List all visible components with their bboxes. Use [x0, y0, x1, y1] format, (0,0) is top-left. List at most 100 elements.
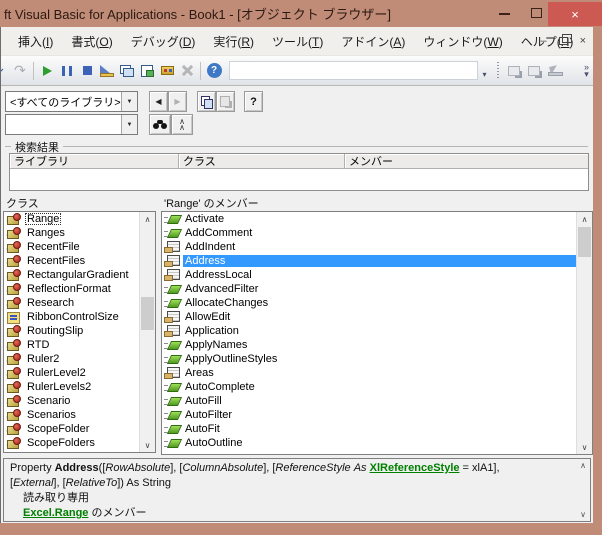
class-list-item[interactable]: Scenario: [4, 394, 155, 408]
help-icon[interactable]: [204, 61, 224, 81]
member-name: AllowEdit: [185, 311, 231, 323]
class-list-item[interactable]: RulerLevel2: [4, 366, 155, 380]
properties-window-icon[interactable]: [137, 61, 157, 81]
reset-icon[interactable]: [77, 61, 97, 81]
member-list-item[interactable]: AdvancedFilter: [162, 282, 592, 296]
definition-link[interactable]: XlReferenceStyle: [370, 462, 460, 474]
method-icon: [164, 409, 180, 421]
class-list-item[interactable]: Ranges: [4, 226, 155, 240]
menu-item[interactable]: 挿入(I): [9, 28, 62, 55]
class-list-item[interactable]: RulerLevels2: [4, 380, 155, 394]
design-mode-icon[interactable]: [97, 61, 117, 81]
library-combo-value: <すべてのライブラリ>: [10, 96, 121, 109]
hide-search-results-button[interactable]: ∧ ∧: [171, 114, 193, 135]
class-list-item[interactable]: Range: [4, 212, 155, 226]
project-explorer-icon[interactable]: [117, 61, 137, 81]
class-icon: [6, 269, 22, 281]
class-list-item[interactable]: ScopeFolders: [4, 436, 155, 450]
detail-scroll-up-icon[interactable]: ∧: [580, 461, 586, 470]
class-list-item[interactable]: ScopeFolder: [4, 422, 155, 436]
member-list-item[interactable]: AutoOutline: [162, 436, 592, 450]
window-bottom-border: [0, 523, 602, 535]
class-list-item[interactable]: RoutingSlip: [4, 324, 155, 338]
member-list-item[interactable]: ApplyNames: [162, 338, 592, 352]
toolbar-grip[interactable]: [497, 61, 499, 80]
scrollbar-thumb[interactable]: [578, 227, 591, 257]
member-name: AutoComplete: [185, 381, 255, 393]
class-list-item[interactable]: RecentFiles: [4, 254, 155, 268]
window-right-border: [593, 27, 602, 523]
method-icon: [164, 297, 180, 309]
copy-button[interactable]: [197, 91, 216, 112]
member-list-scrollbar[interactable]: ∧ ∨: [576, 212, 592, 454]
class-list-item[interactable]: Ruler2: [4, 352, 155, 366]
member-list-item[interactable]: AddComment: [162, 226, 592, 240]
search-combo[interactable]: ▼: [5, 114, 138, 135]
detail-text: External: [13, 477, 54, 489]
menu-item[interactable]: 書式(O): [62, 28, 121, 55]
mdi-minimize-icon[interactable]: –: [540, 36, 546, 47]
class-name: RecentFile: [27, 241, 80, 253]
mdi-close-icon[interactable]: ×: [580, 36, 586, 47]
toolbox-icon[interactable]: [157, 61, 177, 81]
scroll-up-icon[interactable]: ∧: [577, 212, 592, 226]
details-pane: ∧ ∨ Property Address([RowAbsolute], [Col…: [3, 458, 591, 522]
member-list-item[interactable]: AutoComplete: [162, 380, 592, 394]
member-list-item[interactable]: AllocateChanges: [162, 296, 592, 310]
search-button[interactable]: [149, 114, 171, 135]
scrollbar-thumb[interactable]: [141, 297, 154, 330]
class-name: ScopeFolder: [27, 423, 90, 435]
detail-scroll-down-icon[interactable]: ∨: [580, 510, 586, 519]
member-list-item[interactable]: Areas: [162, 366, 592, 380]
maximize-icon[interactable]: [531, 8, 542, 18]
member-list-item[interactable]: Address: [162, 254, 592, 268]
class-list-item[interactable]: RecentFile: [4, 240, 155, 254]
member-list-item[interactable]: AutoFilter: [162, 408, 592, 422]
search-results-table: ライブラリ クラス メンバー: [9, 153, 589, 191]
mdi-restore-icon[interactable]: [558, 34, 572, 45]
class-name: Ruler2: [27, 353, 60, 365]
minimize-icon[interactable]: [499, 13, 510, 15]
scroll-down-icon[interactable]: ∨: [577, 440, 592, 454]
menu-item[interactable]: アドイン(A): [332, 28, 414, 55]
member-list-item[interactable]: Application: [162, 324, 592, 338]
member-list-item[interactable]: AutoFill: [162, 394, 592, 408]
member-list-item[interactable]: AddIndent: [162, 240, 592, 254]
undo-icon[interactable]: [1, 61, 10, 81]
run-icon[interactable]: [37, 61, 57, 81]
menu-item[interactable]: ツール(T): [263, 28, 332, 55]
menu-item[interactable]: ウィンドウ(W): [414, 28, 511, 55]
class-list-item[interactable]: ReflectionFormat: [4, 282, 155, 296]
class-list-item[interactable]: RectangularGradient: [4, 268, 155, 282]
definition-link[interactable]: Excel.Range: [23, 507, 88, 519]
class-name: Research: [27, 297, 75, 309]
library-combo[interactable]: <すべてのライブラリ> ▼: [5, 91, 138, 112]
member-list-item[interactable]: AutoFit: [162, 422, 592, 436]
scroll-down-icon[interactable]: ∨: [140, 438, 155, 452]
classes-header: クラス: [6, 198, 39, 210]
toolbar-input[interactable]: [229, 61, 478, 80]
member-name: AddComment: [185, 227, 253, 239]
class-list-item[interactable]: Scenarios: [4, 408, 155, 422]
scroll-up-icon[interactable]: ∧: [140, 212, 155, 226]
close-button[interactable]: ×: [548, 2, 602, 26]
class-list-item[interactable]: Research: [4, 296, 155, 310]
member-name: AutoFit: [185, 423, 220, 435]
break-icon[interactable]: [57, 61, 77, 81]
member-list-item[interactable]: AddressLocal: [162, 268, 592, 282]
member-list-item[interactable]: ApplyOutlineStyles: [162, 352, 592, 366]
property-icon: [164, 367, 180, 379]
class-list-item[interactable]: RTD: [4, 338, 155, 352]
help-button[interactable]: ?: [244, 91, 263, 112]
menu-item[interactable]: デバッグ(D): [122, 28, 205, 55]
member-list-item[interactable]: AllowEdit: [162, 310, 592, 324]
member-list-item[interactable]: Activate: [162, 212, 592, 226]
menu-item[interactable]: 実行(R): [204, 28, 263, 55]
toolbar-overflow-icon[interactable]: » ▾: [584, 62, 589, 78]
chevron-down-icon[interactable]: ▼: [121, 115, 137, 134]
go-back-button[interactable]: ◀: [149, 91, 168, 112]
class-list-item[interactable]: RibbonControlSize: [4, 310, 155, 324]
chevron-down-icon[interactable]: ▼: [121, 92, 137, 111]
class-list-scrollbar[interactable]: ∧ ∨: [139, 212, 155, 452]
toolbar-options-icon[interactable]: ▾: [478, 61, 491, 81]
